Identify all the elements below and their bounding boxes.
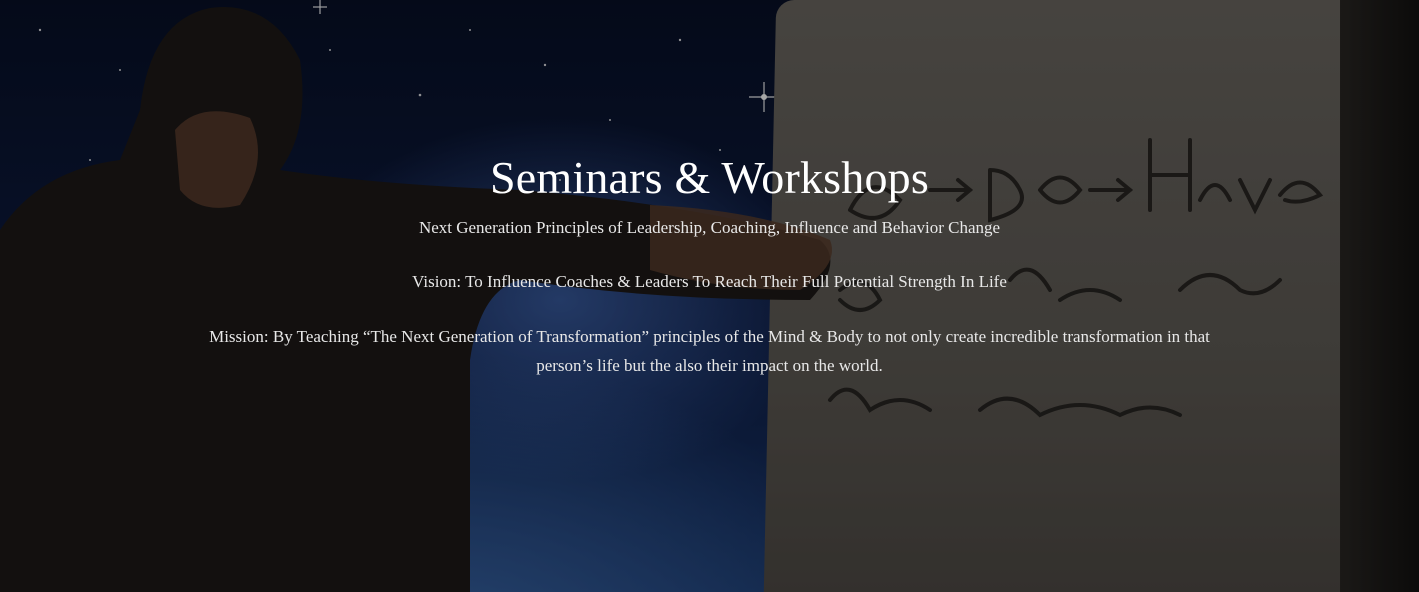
page-title: Seminars & Workshops [489, 152, 929, 203]
hero-section: Seminars & Workshops Next Generation Pri… [0, 0, 1419, 592]
mission-statement: Mission: By Teaching “The Next Generatio… [209, 327, 1210, 375]
hero-subtitle: Next Generation Principles of Leadership… [418, 218, 1001, 237]
vision-statement: Vision: To Influence Coaches & Leaders T… [412, 272, 1007, 291]
hero-content: Seminars & Workshops Next Generation Pri… [0, 150, 1419, 380]
